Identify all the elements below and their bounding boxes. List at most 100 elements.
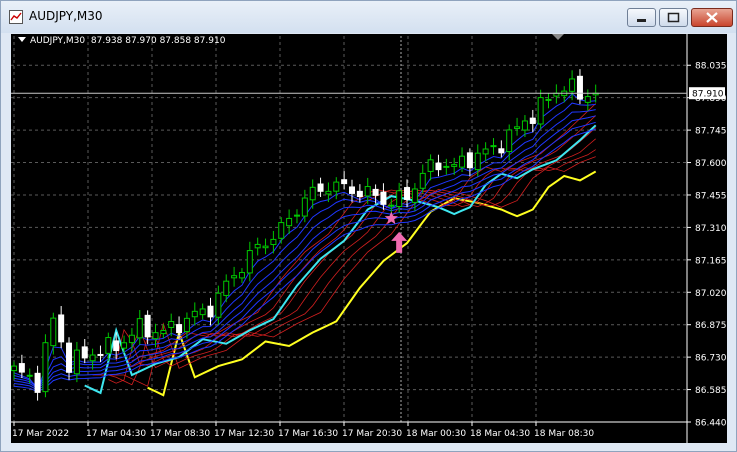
candle-body bbox=[238, 272, 245, 279]
chart-header: AUDJPY,M30 87.938 87.970 87.858 87.910 bbox=[18, 36, 225, 46]
candle-body bbox=[183, 317, 190, 332]
maximize-icon bbox=[667, 12, 680, 23]
candle-body bbox=[333, 181, 340, 192]
candle-body bbox=[42, 342, 49, 393]
candle-body bbox=[498, 148, 505, 154]
candle-body bbox=[419, 172, 426, 189]
price-tick-label: 87.600 bbox=[695, 159, 727, 169]
time-tick-label: 17 Mar 2022 bbox=[12, 429, 69, 439]
chart-area[interactable]: 88.03587.89087.74587.60087.45587.31087.1… bbox=[11, 34, 727, 443]
candle-body bbox=[293, 214, 300, 217]
candle-body bbox=[545, 98, 552, 101]
candle-body bbox=[11, 365, 17, 372]
price-tick-label: 87.020 bbox=[695, 289, 727, 299]
maximize-button[interactable] bbox=[659, 8, 688, 27]
candle-body bbox=[380, 191, 387, 205]
price-tick-label: 86.440 bbox=[695, 419, 727, 429]
price-tick-label: 88.035 bbox=[695, 62, 727, 72]
candle-body bbox=[529, 117, 536, 124]
candle-body bbox=[89, 354, 96, 362]
candle-body bbox=[215, 292, 222, 318]
candle-body bbox=[207, 305, 214, 318]
candle-body bbox=[160, 329, 167, 335]
close-icon bbox=[706, 12, 718, 23]
time-tick-label: 17 Mar 08:30 bbox=[150, 429, 210, 439]
candle-body bbox=[152, 332, 159, 340]
candle-body bbox=[317, 183, 324, 192]
candle-body bbox=[105, 337, 112, 354]
price-chart[interactable]: 88.03587.89087.74587.60087.45587.31087.1… bbox=[11, 34, 727, 443]
candle-body bbox=[97, 353, 104, 356]
candle-body bbox=[451, 164, 458, 167]
price-tick-label: 86.585 bbox=[695, 386, 727, 396]
minimize-icon bbox=[637, 19, 646, 22]
minimize-button[interactable] bbox=[627, 8, 656, 27]
candle-body bbox=[176, 324, 183, 334]
close-button[interactable] bbox=[691, 8, 733, 27]
candle-body bbox=[26, 374, 33, 377]
candle-body bbox=[349, 186, 355, 194]
time-tick-label: 17 Mar 04:30 bbox=[86, 429, 146, 439]
candle-body bbox=[404, 187, 411, 200]
price-tick-label: 87.745 bbox=[695, 127, 727, 137]
candle-body bbox=[325, 190, 332, 195]
candle-body bbox=[372, 188, 379, 196]
candle-body bbox=[482, 148, 489, 155]
time-tick-label: 17 Mar 12:30 bbox=[214, 429, 274, 439]
title-bar[interactable]: AUDJPY,M30 bbox=[1, 1, 736, 33]
candle-body bbox=[506, 129, 513, 153]
chart-app-icon bbox=[9, 10, 23, 24]
header-ohlc: 87.938 87.970 87.858 87.910 bbox=[90, 36, 226, 46]
time-tick-label: 18 Mar 08:30 bbox=[534, 429, 594, 439]
header-symbol: AUDJPY,M30 bbox=[30, 36, 86, 46]
time-tick-label: 18 Mar 00:30 bbox=[406, 429, 466, 439]
candle-body bbox=[537, 97, 544, 125]
candle-body bbox=[521, 120, 528, 131]
time-tick-label: 17 Mar 16:30 bbox=[278, 429, 338, 439]
candle-body bbox=[113, 340, 120, 352]
candle-body bbox=[168, 320, 175, 328]
candle-body bbox=[231, 275, 238, 279]
price-tick-label: 87.310 bbox=[695, 224, 727, 234]
price-tick-label: 87.165 bbox=[695, 256, 727, 266]
price-tick-label: 87.455 bbox=[695, 191, 727, 201]
candle-body bbox=[18, 363, 25, 373]
candle-body bbox=[584, 96, 591, 103]
candle-body bbox=[58, 314, 65, 343]
candle-body bbox=[474, 152, 481, 171]
candle-body bbox=[396, 190, 403, 207]
candle-body bbox=[199, 308, 206, 316]
candle-body bbox=[278, 222, 285, 239]
candle-body bbox=[136, 318, 143, 339]
candle-body bbox=[443, 165, 450, 168]
candle-body bbox=[262, 245, 269, 249]
candle-body bbox=[34, 372, 41, 393]
candle-body bbox=[128, 334, 135, 344]
window-title: AUDJPY,M30 bbox=[29, 9, 103, 23]
price-tick-label: 86.730 bbox=[695, 354, 727, 364]
candle-body bbox=[356, 190, 363, 198]
candle-body bbox=[459, 155, 466, 168]
candle-body bbox=[223, 280, 230, 296]
candle-body bbox=[286, 217, 293, 227]
candle-body bbox=[427, 159, 434, 172]
candle-body bbox=[466, 152, 473, 169]
candle-body bbox=[514, 126, 521, 129]
candle-body bbox=[50, 317, 57, 347]
candle-body bbox=[270, 238, 277, 246]
dropdown-triangle-icon[interactable] bbox=[18, 37, 26, 42]
chart-window: AUDJPY,M30 88.03587.89087.74587.60087.45… bbox=[0, 0, 737, 452]
candle-body bbox=[341, 179, 348, 185]
time-tick-label: 18 Mar 04:30 bbox=[470, 429, 530, 439]
time-tick-label: 17 Mar 20:30 bbox=[342, 429, 402, 439]
candle-body bbox=[121, 342, 128, 349]
candle-body bbox=[364, 186, 371, 197]
candle-body bbox=[301, 197, 308, 217]
candle-body bbox=[435, 162, 442, 171]
buy-arrow-icon bbox=[391, 231, 408, 253]
candle-body bbox=[81, 346, 88, 359]
candle-body bbox=[490, 145, 497, 148]
chart-shift-icon bbox=[552, 34, 564, 40]
candle-body bbox=[73, 349, 80, 375]
candle-body bbox=[411, 188, 418, 203]
